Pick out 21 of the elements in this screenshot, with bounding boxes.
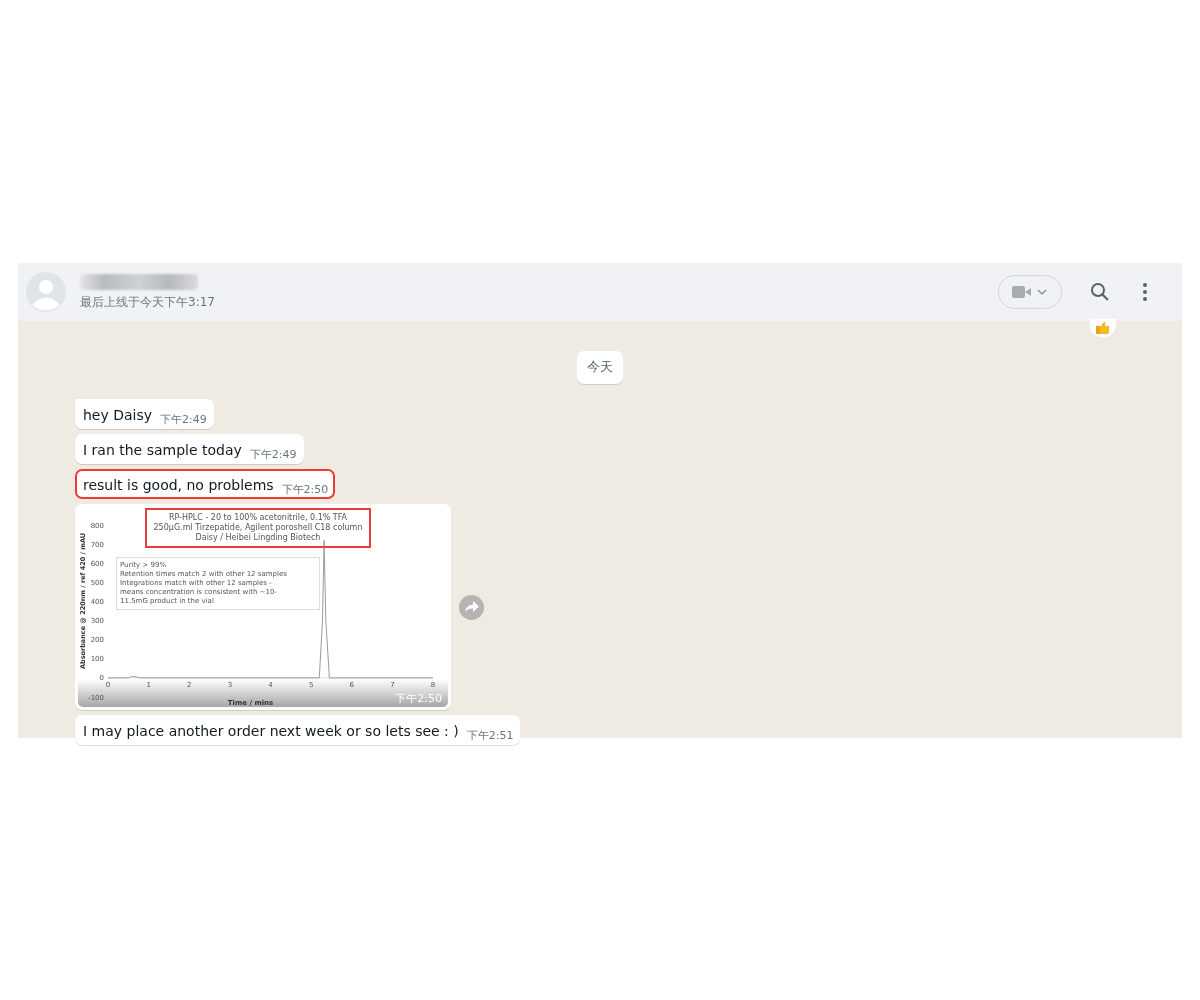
forward-button[interactable]	[459, 594, 484, 620]
message-time: 下午2:51	[466, 728, 514, 743]
image-message[interactable]	[75, 504, 451, 710]
date-chip: 今天	[577, 351, 623, 384]
avatar-icon	[26, 272, 66, 312]
forward-icon	[464, 601, 479, 613]
chart-title-line: 250µG.ml Tirzepatide, Agilent poroshell C18 column	[153, 523, 363, 533]
message-text: I ran the sample today	[83, 441, 242, 460]
video-camera-icon	[1010, 284, 1050, 300]
message-time: 下午2:49	[249, 447, 297, 462]
message-text: hey Daisy	[83, 406, 153, 425]
message-text: result is good, no problems	[83, 476, 274, 495]
last-seen-status: 最后上线于今天下午3:17	[80, 293, 215, 311]
chart-title-line: Daisy / Heibei Lingding Biotech	[195, 533, 321, 543]
thumbs-up-icon	[1096, 322, 1110, 334]
message-time: 下午2:50	[281, 482, 329, 497]
message-time: 下午2:49	[160, 412, 207, 427]
chart-title-line: RP-HPLC - 20 to 100% acetonitrile, 0.1% TFA	[168, 513, 348, 523]
search-icon[interactable]	[1090, 282, 1110, 302]
message-text: I may place another order next week or so lets see : )	[83, 722, 459, 741]
menu-icon[interactable]	[1142, 282, 1148, 302]
